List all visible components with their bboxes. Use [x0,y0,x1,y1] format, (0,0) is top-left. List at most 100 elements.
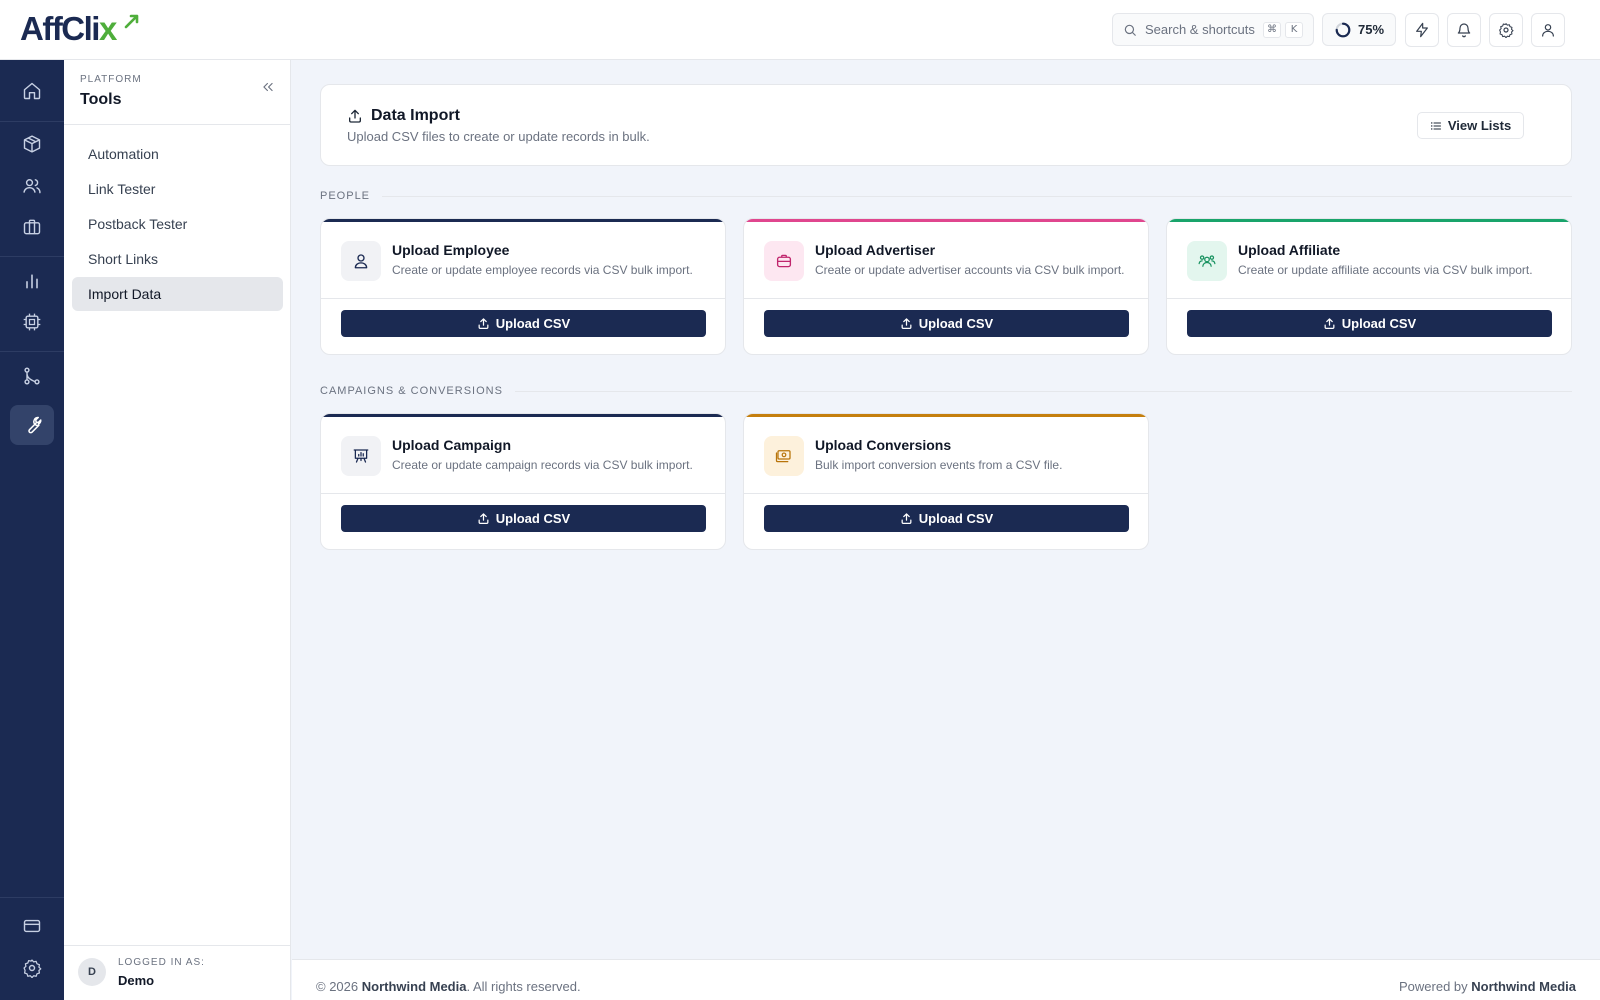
card-description: Bulk import conversion events from a CSV… [815,458,1063,472]
sidebar-kicker: PLATFORM [80,74,142,85]
section-label-people: PEOPLE [320,190,1572,202]
money-icon [775,450,791,463]
upload-button-label: Upload CSV [918,316,994,331]
rail-tools[interactable] [10,405,54,445]
card-icon-box [764,436,804,476]
sidebar-title: Tools [80,91,122,108]
card-upload-conversions: Upload Conversions Bulk import conversio… [743,413,1149,550]
section-divider [382,195,1572,197]
primary-nav-rail [0,60,64,1000]
rail-home[interactable] [10,71,54,111]
profile-button[interactable] [1531,13,1565,47]
rail-divider [0,351,64,352]
logged-in-panel: D LOGGED IN AS: Demo [64,945,291,1000]
card-divider [321,493,725,494]
upload-employee-csv-button[interactable]: Upload CSV [341,310,706,337]
notifications-button[interactable] [1447,13,1481,47]
rail-divider [0,121,64,122]
briefcase-icon [23,219,41,235]
card-title: Upload Advertiser [815,242,936,258]
kbd-cmd: ⌘ [1263,21,1281,38]
bell-icon [1457,23,1471,38]
progress-indicator[interactable]: 75% [1322,13,1396,46]
upload-button-label: Upload CSV [495,511,571,526]
card-title: Upload Conversions [815,437,952,453]
card-divider [321,298,725,299]
wrench-icon [28,416,42,434]
box-icon [23,135,41,153]
chip-icon [23,313,41,331]
tools-sidebar: PLATFORM Tools Automation Link Tester Po… [64,60,291,1000]
progress-label: 75% [1357,22,1385,37]
card-accent [744,219,1148,222]
logged-in-user: Demo [118,973,155,988]
card-description: Create or update advertiser accounts via… [815,263,1125,277]
upload-button-label: Upload CSV [918,511,994,526]
sidebar-item-automation[interactable]: Automation [72,137,283,171]
page-subtitle: Upload CSV files to create or update rec… [347,129,650,144]
gear-icon [1499,23,1514,38]
card-title: Upload Affiliate [1238,242,1341,258]
upload-button-label: Upload CSV [495,316,571,331]
page-header-card: Data Import Upload CSV files to create o… [320,84,1572,166]
rail-routing[interactable] [10,356,54,396]
card-description: Create or update employee records via CS… [392,263,693,277]
card-accent [1167,219,1571,222]
sidebar-item-link-tester[interactable]: Link Tester [72,172,283,206]
sidebar-item-postback-tester[interactable]: Postback Tester [72,207,283,241]
logged-in-label: LOGGED IN AS: [118,957,205,968]
logo-arrow-icon [124,14,139,29]
top-bar: AffCli x Search & shortcuts ⌘ K 75% [0,0,1600,60]
search-placeholder: Search & shortcuts [1145,22,1255,37]
rail-divider [0,897,64,898]
upload-conversions-csv-button[interactable]: Upload CSV [764,505,1129,532]
upload-icon [901,513,912,524]
section-title: PEOPLE [320,190,371,202]
card-divider [744,493,1148,494]
bar-chart-icon [26,274,38,289]
settings-button[interactable] [1489,13,1523,47]
rail-integrations[interactable] [10,302,54,342]
sidebar-item-import-data[interactable]: Import Data [72,277,283,311]
card-upload-affiliate: Upload Affiliate Create or update affili… [1166,218,1572,355]
card-upload-advertiser: Upload Advertiser Create or update adver… [743,218,1149,355]
rail-billing[interactable] [10,906,54,946]
app-logo[interactable]: AffCli x [20,11,139,47]
avatar[interactable]: D [78,958,106,986]
card-description: Create or update affiliate accounts via … [1238,263,1533,277]
rail-users[interactable] [10,166,54,206]
upload-icon [901,318,912,329]
upload-icon [478,318,489,329]
briefcase-icon [776,254,792,268]
git-branch-icon [24,367,40,385]
copyright-prefix: © 2026 [316,979,359,994]
rail-settings[interactable] [10,948,54,988]
section-label-campaigns-conversions: CAMPAIGNS & CONVERSIONS [320,385,1572,397]
footer-copyright: © 2026 Northwind Media. All rights reser… [316,979,581,994]
card-accent [321,219,725,222]
sidebar-item-short-links[interactable]: Short Links [72,242,283,276]
lightning-icon [1416,22,1428,38]
upload-affiliate-csv-button[interactable]: Upload CSV [1187,310,1552,337]
users-icon [23,179,41,194]
sidebar-header: PLATFORM Tools [64,60,290,125]
gear-icon [23,959,42,978]
upload-campaign-csv-button[interactable]: Upload CSV [341,505,706,532]
card-upload-employee: Upload Employee Create or update employe… [320,218,726,355]
home-icon [23,82,41,100]
search-icon [1124,24,1136,36]
rail-divider [0,256,64,257]
rail-reports[interactable] [10,261,54,301]
card-title: Upload Campaign [392,437,512,453]
view-lists-button[interactable]: View Lists [1417,112,1524,139]
card-divider [1167,298,1571,299]
search-input[interactable]: Search & shortcuts ⌘ K [1112,13,1314,46]
collapse-sidebar-icon[interactable] [261,80,275,94]
rail-offers[interactable] [10,124,54,164]
card-description: Create or update campaign records via CS… [392,458,693,472]
view-lists-label: View Lists [1447,118,1512,133]
quick-actions-button[interactable] [1405,13,1439,47]
users-group-icon [1198,255,1216,267]
rail-advertisers[interactable] [10,207,54,247]
upload-advertiser-csv-button[interactable]: Upload CSV [764,310,1129,337]
